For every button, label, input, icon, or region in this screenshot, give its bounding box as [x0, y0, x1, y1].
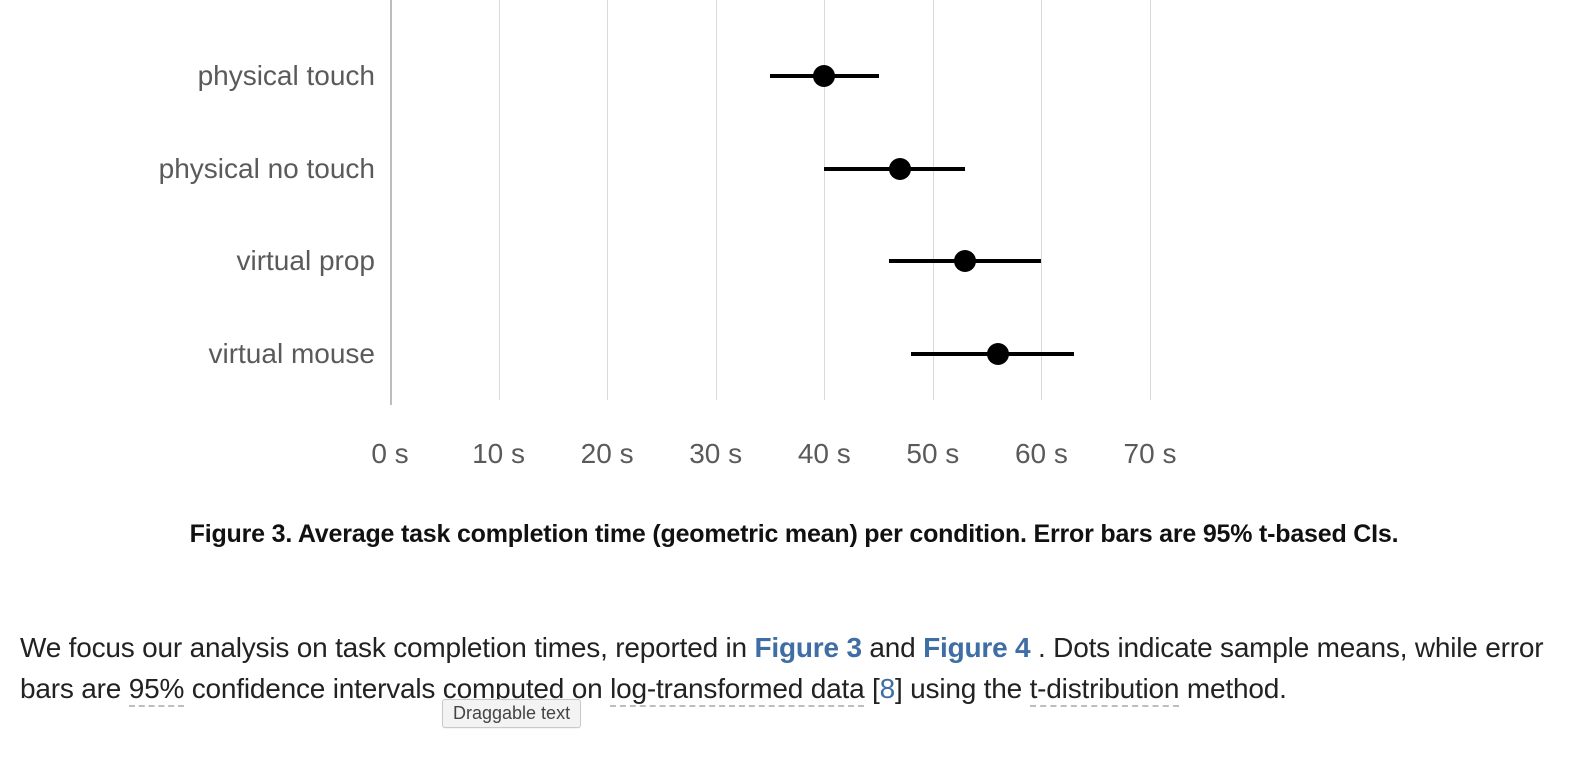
x-tick-label: 30 s: [689, 438, 742, 470]
x-tick-label: 40 s: [798, 438, 851, 470]
x-tick-label: 70 s: [1124, 438, 1177, 470]
category-label: physical touch: [120, 60, 375, 92]
term-95-percent[interactable]: 95%: [129, 673, 184, 707]
gridline: [390, 0, 392, 405]
mean-dot: [813, 65, 835, 87]
body-paragraph: We focus our analysis on task completion…: [20, 628, 1568, 709]
x-tick-label: 60 s: [1015, 438, 1068, 470]
gridline: [716, 0, 717, 400]
gridline: [607, 0, 608, 400]
x-tick-label: 10 s: [472, 438, 525, 470]
mean-dot: [954, 250, 976, 272]
drag-tooltip[interactable]: Draggable text: [442, 699, 581, 728]
x-tick-label: 20 s: [581, 438, 634, 470]
gridline: [1150, 0, 1151, 400]
x-tick-label: 50 s: [906, 438, 959, 470]
body-text: We focus our analysis on task completion…: [20, 632, 755, 663]
x-tick-label: 0 s: [371, 438, 408, 470]
category-label: physical no touch: [120, 153, 375, 185]
citation-8[interactable]: 8: [880, 673, 895, 704]
link-figure-4[interactable]: Figure 4: [923, 632, 1030, 663]
body-text: and: [869, 632, 923, 663]
figure-caption: Figure 3. Average task completion time (…: [0, 520, 1588, 549]
term-log-transformed[interactable]: log-transformed data: [610, 673, 864, 707]
body-text: method.: [1187, 673, 1287, 704]
gridline: [499, 0, 500, 400]
category-label: virtual prop: [120, 245, 375, 277]
plot-area: 0 s10 s20 s30 s40 s50 s60 s70 s: [390, 0, 1150, 430]
chart: 0 s10 s20 s30 s40 s50 s60 s70 s physical…: [120, 0, 1240, 490]
category-label: virtual mouse: [120, 338, 375, 370]
gridline: [1041, 0, 1042, 400]
mean-dot: [987, 343, 1009, 365]
gridline: [933, 0, 934, 400]
body-text: ] using the: [895, 673, 1030, 704]
mean-dot: [889, 158, 911, 180]
term-t-distribution[interactable]: t-distribution: [1030, 673, 1180, 707]
body-text: [: [872, 673, 880, 704]
gridline: [824, 0, 825, 400]
link-figure-3[interactable]: Figure 3: [755, 632, 862, 663]
